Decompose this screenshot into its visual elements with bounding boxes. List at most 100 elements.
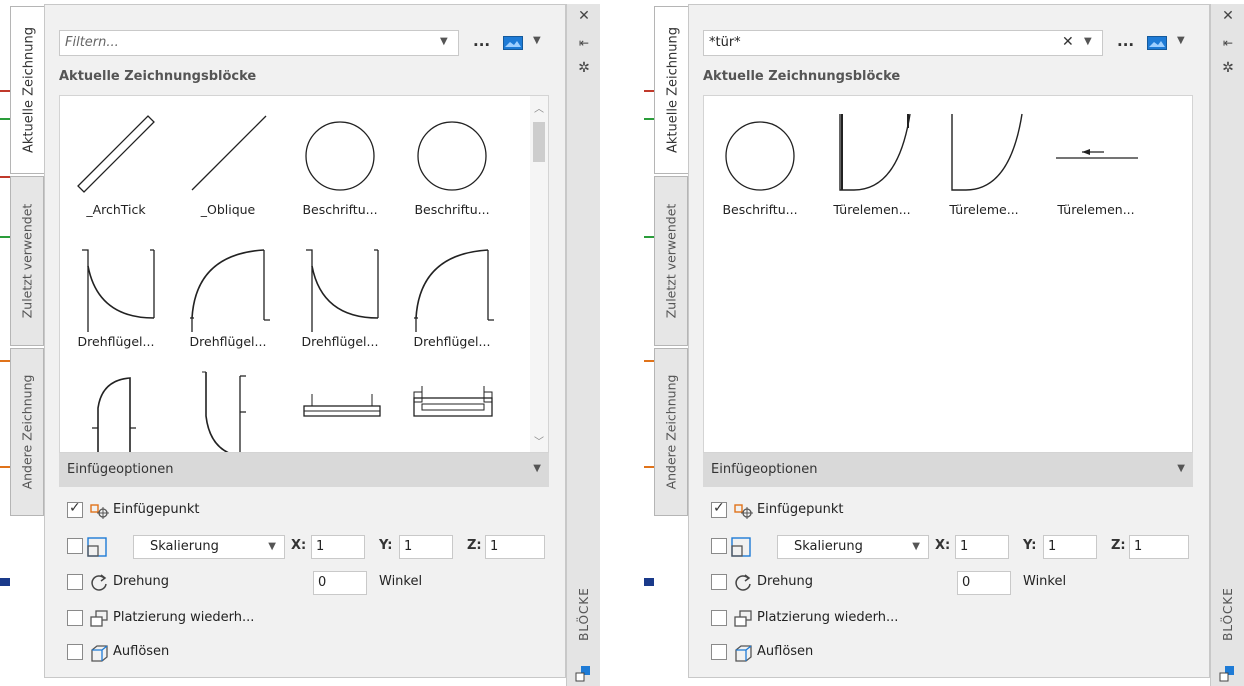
- block-tile[interactable]: Beschriftu...: [704, 98, 816, 230]
- close-icon[interactable]: ✕: [1211, 8, 1244, 24]
- collapse-arrow-icon[interactable]: ▼: [533, 463, 541, 474]
- view-dropdown-icon[interactable]: ▼: [1177, 35, 1185, 46]
- block-tile[interactable]: Drehflügel...: [396, 230, 508, 362]
- close-icon[interactable]: ✕: [567, 8, 601, 24]
- autohide-icon[interactable]: ⇤: [567, 36, 601, 50]
- block-tile[interactable]: _ArchTick: [60, 98, 172, 230]
- settings-icon[interactable]: ✲: [567, 60, 601, 76]
- repeat-placement-checkbox[interactable]: [711, 610, 727, 626]
- block-tile[interactable]: Drehflügel...: [60, 230, 172, 362]
- z-scale-input[interactable]: 1: [485, 535, 545, 559]
- block-tile[interactable]: Türeleme...: [928, 98, 1040, 230]
- z-scale-input[interactable]: 1: [1129, 535, 1189, 559]
- x-label: X:: [935, 538, 951, 553]
- palette-title: BLÖCKE: [567, 564, 601, 664]
- palette-title-text: BLÖCKE: [1221, 587, 1235, 641]
- scale-select-value: Skalierung: [794, 539, 863, 554]
- filter-input[interactable]: *tür* ✕ ▼: [703, 30, 1103, 56]
- insertion-point-checkbox[interactable]: ✓: [711, 500, 727, 518]
- block-palette-icon: [1219, 666, 1234, 682]
- block-tile[interactable]: Beschriftu...: [396, 98, 508, 230]
- collapse-arrow-icon[interactable]: ▼: [1177, 463, 1185, 474]
- autohide-icon[interactable]: ⇤: [1211, 36, 1244, 50]
- y-label: Y:: [1023, 538, 1037, 553]
- z-label: Z:: [1111, 538, 1126, 553]
- block-tile[interactable]: Drehflügel...: [172, 230, 284, 362]
- block-tile[interactable]: [284, 362, 396, 452]
- y-scale-input[interactable]: 1: [399, 535, 453, 559]
- z-label: Z:: [467, 538, 482, 553]
- y-label: Y:: [379, 538, 393, 553]
- filter-input[interactable]: Filtern... ▼: [59, 30, 459, 56]
- filter-dropdown-icon[interactable]: ▼: [440, 36, 448, 47]
- block-tile[interactable]: Beschriftu...: [284, 98, 396, 230]
- rotate-icon: [735, 574, 751, 591]
- block-label: Drehflügel...: [301, 334, 379, 349]
- rotation-checkbox[interactable]: [67, 574, 83, 590]
- rotation-angle-input[interactable]: 0: [313, 571, 367, 595]
- scroll-down-icon[interactable]: ﹀: [534, 433, 544, 448]
- thumbnail-view-icon[interactable]: [503, 36, 523, 50]
- tab-recently-used[interactable]: Zuletzt verwendet: [654, 176, 688, 346]
- settings-icon[interactable]: ✲: [1211, 60, 1244, 76]
- filter-placeholder: Filtern...: [65, 35, 119, 50]
- block-tile[interactable]: [172, 362, 284, 452]
- tab-other-drawing-label: Andere Zeichnung: [663, 374, 679, 490]
- block-tile[interactable]: Drehflügel...: [284, 230, 396, 362]
- circle-icon: [305, 121, 375, 191]
- thumbnail-view-icon[interactable]: [1147, 36, 1167, 50]
- option-insertion-point: ✓ Einfügepunkt: [711, 499, 1191, 523]
- gallery-scrollbar[interactable]: ︿ ﹀: [530, 96, 548, 452]
- browse-more-button[interactable]: ...: [473, 32, 490, 50]
- clear-filter-icon[interactable]: ✕: [1062, 34, 1074, 50]
- scale-checkbox[interactable]: [711, 538, 727, 554]
- browse-more-button[interactable]: ...: [1117, 32, 1134, 50]
- tab-other-drawing-label: Andere Zeichnung: [19, 374, 35, 490]
- tab-other-drawing[interactable]: Andere Zeichnung: [654, 348, 688, 516]
- scroll-thumb[interactable]: [533, 122, 545, 162]
- explode-icon: [91, 645, 108, 662]
- rotation-angle-input[interactable]: 0: [957, 571, 1011, 595]
- block-label: _ArchTick: [86, 202, 146, 217]
- block-label: Beschriftu...: [414, 202, 490, 217]
- insertion-point-checkbox[interactable]: ✓: [67, 500, 83, 518]
- filter-row: *tür* ✕ ▼ ... ▼: [703, 30, 1203, 60]
- block-gallery: Beschriftu... Türelemen... Türeleme... T…: [703, 95, 1193, 453]
- block-tile[interactable]: _Oblique: [172, 98, 284, 230]
- block-tile[interactable]: Türelemen...: [816, 98, 928, 230]
- rotation-checkbox[interactable]: [711, 574, 727, 590]
- explode-checkbox[interactable]: [67, 644, 83, 660]
- block-tile[interactable]: [396, 362, 508, 452]
- x-scale-input[interactable]: 1: [311, 535, 365, 559]
- blocks-palette-left: Aktuelle Zeichnung Zuletzt verwendet And…: [0, 0, 600, 686]
- block-tile[interactable]: Türelemen...: [1040, 98, 1152, 230]
- scale-select[interactable]: Skalierung ▼: [777, 535, 929, 559]
- tab-current-drawing[interactable]: Aktuelle Zeichnung: [654, 6, 690, 174]
- door-arch-icon: [92, 377, 136, 452]
- explode-label: Auflösen: [757, 644, 814, 659]
- block-tile[interactable]: [60, 362, 172, 452]
- palette-title: BLÖCKE: [1211, 564, 1244, 664]
- window-icon: [413, 386, 493, 417]
- tab-other-drawing[interactable]: Andere Zeichnung: [10, 348, 44, 516]
- palette-title-text: BLÖCKE: [577, 587, 591, 641]
- repeat-placement-icon: [734, 610, 752, 627]
- filter-dropdown-icon[interactable]: ▼: [1084, 36, 1092, 47]
- scale-checkbox[interactable]: [67, 538, 83, 554]
- tab-current-drawing[interactable]: Aktuelle Zeichnung: [10, 6, 46, 174]
- door-swing-icon: [190, 249, 270, 332]
- scroll-up-icon[interactable]: ︿: [534, 100, 544, 115]
- insert-options-header[interactable]: Einfügeoptionen ▼: [59, 453, 549, 487]
- tab-recently-used[interactable]: Zuletzt verwendet: [10, 176, 44, 346]
- block-label: Drehflügel...: [77, 334, 155, 349]
- view-dropdown-icon[interactable]: ▼: [533, 35, 541, 46]
- tab-current-drawing-label: Aktuelle Zeichnung: [665, 27, 680, 153]
- repeat-placement-checkbox[interactable]: [67, 610, 83, 626]
- y-scale-input[interactable]: 1: [1043, 535, 1097, 559]
- explode-checkbox[interactable]: [711, 644, 727, 660]
- arrow-line-icon: [1056, 149, 1138, 159]
- insert-options-header[interactable]: Einfügeoptionen ▼: [703, 453, 1193, 487]
- scale-select[interactable]: Skalierung ▼: [133, 535, 285, 559]
- palette-main: Filtern... ▼ ... ▼ Aktuelle Zeichnungsbl…: [44, 4, 566, 678]
- x-scale-input[interactable]: 1: [955, 535, 1009, 559]
